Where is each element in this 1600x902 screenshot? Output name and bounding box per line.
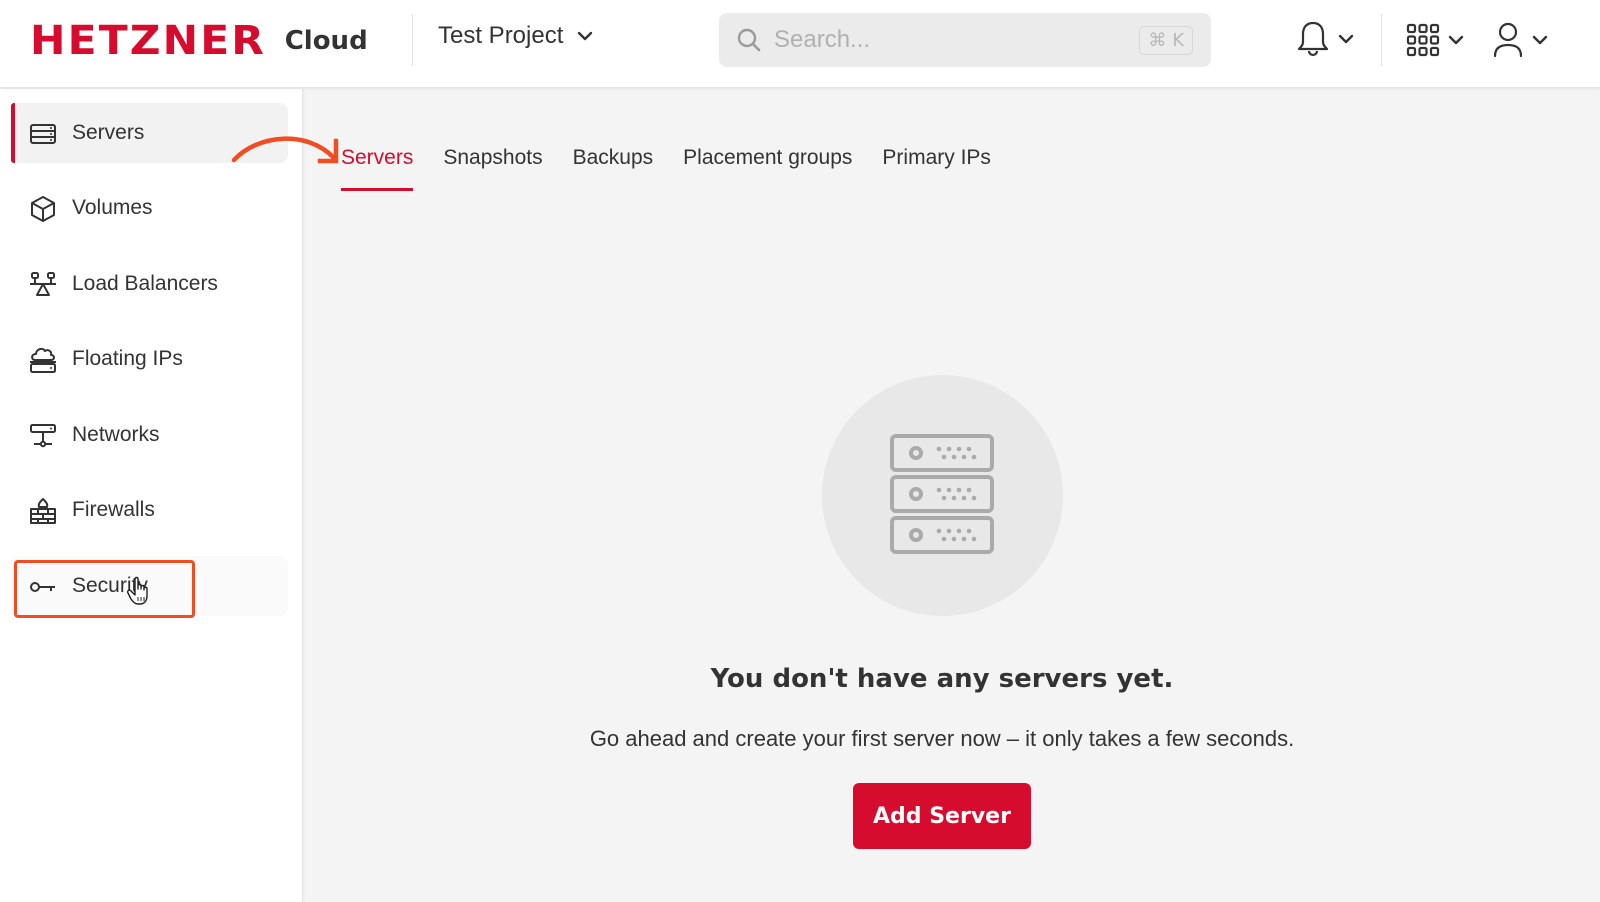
sidebar-item-volumes[interactable]: Volumes <box>11 178 288 238</box>
hetzner-logo: HETZNER <box>30 18 267 64</box>
add-server-button[interactable]: Add Server <box>853 783 1031 849</box>
chevron-down-icon <box>1532 35 1548 45</box>
annotation-arrow-icon <box>231 136 339 164</box>
hand-cursor-icon <box>127 576 148 605</box>
user-icon <box>1493 22 1523 58</box>
bell-icon <box>1297 21 1329 57</box>
floating-ip-icon <box>30 347 56 373</box>
sidebar-item-label: Networks <box>72 423 160 446</box>
network-icon <box>30 424 56 448</box>
tab-snapshots[interactable]: Snapshots <box>443 146 542 192</box>
sidebar-item-label: Volumes <box>72 196 153 219</box>
firewall-icon <box>30 498 56 524</box>
sidebar-item-firewalls[interactable]: Firewalls <box>11 480 288 540</box>
apps-menu-button[interactable] <box>1406 23 1464 57</box>
sidebar-item-floating-ips[interactable]: Floating IPs <box>11 329 288 389</box>
server-rack-icon <box>890 434 994 554</box>
header-divider <box>412 14 413 66</box>
search-input[interactable] <box>774 26 1114 54</box>
app-grid-icon <box>1406 23 1440 57</box>
tab-placement-groups[interactable]: Placement groups <box>683 146 852 192</box>
load-balancer-icon <box>30 272 56 296</box>
tab-servers[interactable]: Servers <box>341 146 414 192</box>
project-name: Test Project <box>438 22 564 49</box>
top-header: HETZNER Cloud Test Project ⌘ K <box>0 0 1600 88</box>
sidebar-item-networks[interactable]: Networks <box>11 405 288 465</box>
sidebar-item-label: Servers <box>72 121 145 144</box>
project-selector[interactable]: Test Project <box>438 22 593 50</box>
search-icon <box>737 28 761 52</box>
empty-state-description: Go ahead and create your first server no… <box>589 726 1295 751</box>
sidebar-item-label: Firewalls <box>72 498 155 521</box>
search-bar[interactable]: ⌘ K <box>719 13 1211 67</box>
user-menu-button[interactable] <box>1492 22 1548 58</box>
chevron-down-icon <box>578 31 593 41</box>
tab-backups[interactable]: Backups <box>573 146 654 192</box>
logo[interactable]: HETZNER Cloud <box>30 18 368 64</box>
notifications-button[interactable] <box>1296 20 1354 58</box>
tab-bar: Servers Snapshots Backups Placement grou… <box>341 146 1021 196</box>
empty-state-title: You don't have any servers yet. <box>710 664 1174 694</box>
chevron-down-icon <box>1338 34 1354 44</box>
sidebar-item-label: Load Balancers <box>72 272 218 295</box>
server-icon <box>30 124 56 144</box>
key-icon <box>30 582 55 592</box>
product-label: Cloud <box>284 26 368 56</box>
search-shortcut: ⌘ K <box>1139 26 1193 55</box>
cube-icon <box>31 196 55 222</box>
chevron-down-icon <box>1448 35 1464 45</box>
sidebar-item-label: Floating IPs <box>72 347 183 370</box>
sidebar: Servers Volumes Load Balancers Floating … <box>0 89 303 902</box>
sidebar-item-load-balancers[interactable]: Load Balancers <box>11 254 288 314</box>
tab-primary-ips[interactable]: Primary IPs <box>882 146 991 192</box>
header-divider <box>1381 14 1382 66</box>
